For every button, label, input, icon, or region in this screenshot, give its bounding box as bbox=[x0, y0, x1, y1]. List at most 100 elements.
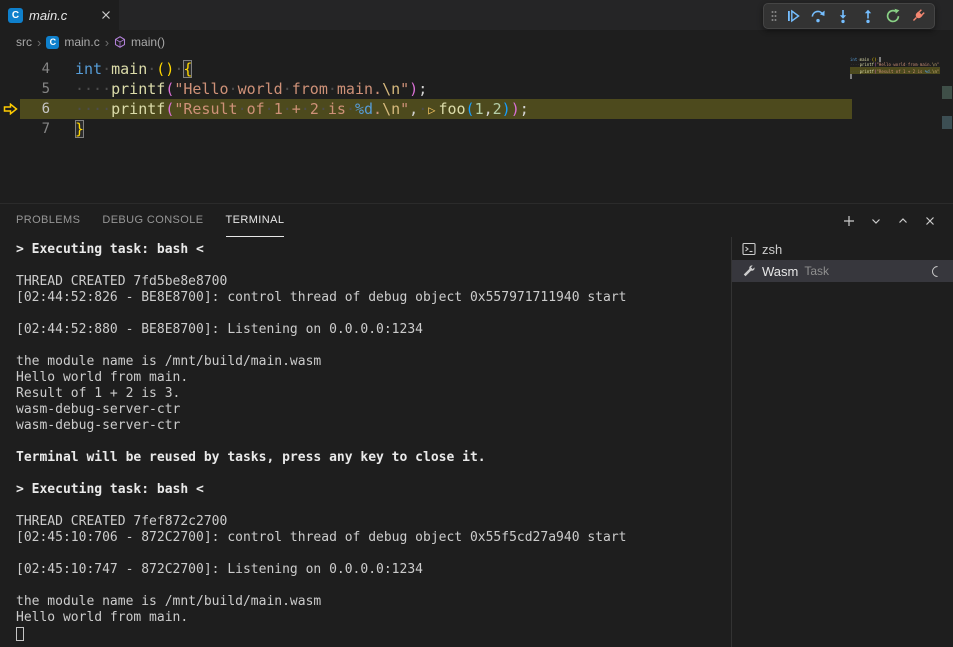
symbol-method-icon bbox=[114, 36, 126, 48]
drag-grip-icon[interactable] bbox=[769, 5, 779, 27]
terminal-label: zsh bbox=[762, 242, 782, 257]
code-text: ····printf("Result·of·1·+·2·is·%d.\n",·▷… bbox=[50, 99, 529, 119]
code-line-7[interactable]: 7} bbox=[0, 119, 852, 139]
code-token: \n bbox=[382, 80, 400, 98]
code-token: ( bbox=[466, 100, 475, 118]
code-text: ····printf("Hello·world·from·main.\n"); bbox=[50, 79, 427, 99]
tab-main-c[interactable]: C main.c bbox=[0, 0, 120, 30]
code-token: " bbox=[400, 100, 409, 118]
restart-icon[interactable] bbox=[882, 5, 904, 27]
code-token: printf bbox=[111, 80, 165, 98]
terminal-label: Wasm bbox=[762, 264, 798, 279]
code-token: ···· bbox=[75, 100, 111, 118]
code-editor[interactable]: 4int·main·()·{5····printf("Hello·world·f… bbox=[0, 54, 953, 203]
code-token: · bbox=[229, 80, 238, 98]
code-token: ; bbox=[418, 80, 427, 98]
tab-close-icon[interactable] bbox=[101, 10, 111, 20]
loading-spinner-icon bbox=[930, 263, 946, 279]
terminal-line: > Executing task: bash < bbox=[16, 242, 731, 258]
code-token: · bbox=[265, 100, 274, 118]
code-token: · bbox=[301, 100, 310, 118]
breadcrumb-item-file[interactable]: main.c bbox=[64, 35, 99, 49]
code-line-5[interactable]: 5····printf("Hello·world·from·main.\n"); bbox=[0, 79, 852, 99]
code-token: " bbox=[400, 80, 409, 98]
code-line-6[interactable]: 6····printf("Result·of·1·+·2·is·%d.\n",·… bbox=[0, 99, 852, 119]
step-out-icon[interactable] bbox=[857, 5, 879, 27]
code-token: "Hello bbox=[174, 80, 228, 98]
code-token: · bbox=[283, 80, 292, 98]
terminal-line: [02:44:52:880 - BE8E8700]: Listening on … bbox=[16, 322, 731, 338]
terminal-line bbox=[16, 578, 731, 594]
code-line-4[interactable]: 4int·main·()·{ bbox=[0, 59, 852, 79]
code-token: ) bbox=[409, 80, 418, 98]
terminal-line: [02:45:10:747 - 872C2700]: Listening on … bbox=[16, 562, 731, 578]
breadcrumb: src › C main.c › main() bbox=[0, 30, 953, 54]
terminal-line bbox=[16, 466, 731, 482]
code-token: · bbox=[283, 100, 292, 118]
code-token: printf bbox=[111, 100, 165, 118]
code-token: int bbox=[75, 60, 102, 78]
terminal-line bbox=[16, 306, 731, 322]
breakpoint-gutter[interactable] bbox=[0, 59, 20, 79]
new-terminal-icon[interactable] bbox=[840, 212, 858, 230]
code-token: ) bbox=[511, 100, 520, 118]
tab-terminal[interactable]: TERMINAL bbox=[226, 204, 285, 237]
code-text: int·main·()·{ bbox=[50, 59, 192, 79]
continue-icon[interactable] bbox=[782, 5, 804, 27]
code-token: . bbox=[373, 100, 382, 118]
tab-label: main.c bbox=[29, 8, 67, 23]
inline-run-icon[interactable]: ▷ bbox=[427, 103, 438, 117]
breadcrumb-item-src[interactable]: src bbox=[16, 35, 32, 49]
chevron-right-icon: › bbox=[105, 35, 109, 50]
code-token: · bbox=[102, 60, 111, 78]
terminal-line: Terminal will be reused by tasks, press … bbox=[16, 450, 731, 466]
terminal-list-item-wasm-task[interactable]: Wasm Task bbox=[732, 260, 953, 282]
terminal-dropdown-icon[interactable] bbox=[867, 212, 885, 230]
terminal-line: THREAD CREATED 7fd5be8e8700 bbox=[16, 274, 731, 290]
c-file-icon: C bbox=[46, 36, 59, 49]
terminal-output[interactable]: > Executing task: bash < THREAD CREATED … bbox=[0, 237, 731, 647]
terminal-list-item-zsh[interactable]: zsh bbox=[732, 238, 953, 260]
current-stackframe-arrow-icon[interactable] bbox=[0, 99, 20, 119]
maximize-panel-icon[interactable] bbox=[894, 212, 912, 230]
close-panel-icon[interactable] bbox=[921, 212, 939, 230]
line-number: 5 bbox=[20, 79, 50, 99]
step-into-icon[interactable] bbox=[832, 5, 854, 27]
terminal-line bbox=[16, 434, 731, 450]
overview-ruler-marker bbox=[942, 86, 952, 99]
code-token: 2 bbox=[310, 100, 319, 118]
line-number: 7 bbox=[20, 119, 50, 139]
code-token: ; bbox=[520, 100, 529, 118]
code-token: ) bbox=[502, 100, 511, 118]
terminal-line: wasm-debug-server-ctr bbox=[16, 418, 731, 434]
terminal-line bbox=[16, 546, 731, 562]
breakpoint-gutter[interactable] bbox=[0, 119, 20, 139]
c-file-icon: C bbox=[8, 8, 23, 23]
code-token: { bbox=[183, 60, 192, 78]
code-token: · bbox=[319, 100, 328, 118]
code-token: ···· bbox=[75, 80, 111, 98]
code-token: is bbox=[328, 100, 346, 118]
code-token: 1 bbox=[475, 100, 484, 118]
breakpoint-gutter[interactable] bbox=[0, 79, 20, 99]
step-over-icon[interactable] bbox=[807, 5, 829, 27]
code-token: · bbox=[328, 80, 337, 98]
code-token: , bbox=[484, 100, 493, 118]
terminal-line bbox=[16, 338, 731, 354]
tab-problems[interactable]: PROBLEMS bbox=[16, 204, 80, 237]
code-token: · bbox=[147, 60, 156, 78]
terminal-line: THREAD CREATED 7fef872c2700 bbox=[16, 514, 731, 530]
terminal-line: [02:45:10:706 - 872C2700]: control threa… bbox=[16, 530, 731, 546]
code-token: () bbox=[156, 60, 174, 78]
vscode-window: C main.c bbox=[0, 0, 953, 647]
tab-bar: C main.c bbox=[0, 0, 953, 30]
minimap[interactable]: int·main·()·{····printf("Hello·world·fro… bbox=[850, 57, 940, 79]
disconnect-icon[interactable] bbox=[907, 5, 929, 27]
chevron-right-icon: › bbox=[37, 35, 41, 50]
tab-debug-console[interactable]: DEBUG CONSOLE bbox=[102, 204, 203, 237]
line-number: 4 bbox=[20, 59, 50, 79]
breadcrumb-item-symbol[interactable]: main() bbox=[131, 35, 165, 49]
terminal-line: the module name is /mnt/build/main.wasm bbox=[16, 594, 731, 610]
code-token: \n bbox=[382, 100, 400, 118]
code-token: · bbox=[346, 100, 355, 118]
